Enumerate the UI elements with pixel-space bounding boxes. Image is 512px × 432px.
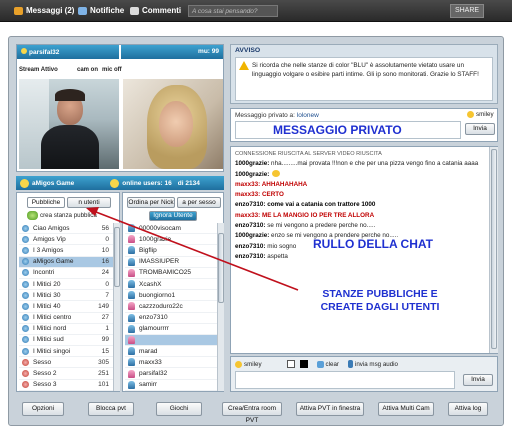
bottom-button-1[interactable]: Blocca pvt [88, 402, 134, 416]
bottom-button-6[interactable]: Attiva log [448, 402, 488, 416]
bottom-toolbar: Opzioni Blocca pvt Giochi Crea/Entra room P… [16, 402, 498, 424]
arrow-line [95, 211, 299, 291]
bottom-button-4[interactable]: Attiva PVT in finestra [296, 402, 364, 416]
arrow-head [86, 207, 99, 216]
bottom-button-2[interactable]: Giochi [156, 402, 202, 416]
bottom-button-0[interactable]: Opzioni [22, 402, 64, 416]
annotation-caption: STANZE PUBBLICHE E CREATE DAGLI UTENTI [320, 288, 440, 313]
annotation-arrow [86, 207, 299, 291]
bottom-button-3[interactable]: Crea/Entra room PVT [222, 402, 282, 424]
bottom-button-5[interactable]: Attiva Multi Cam [378, 402, 434, 416]
